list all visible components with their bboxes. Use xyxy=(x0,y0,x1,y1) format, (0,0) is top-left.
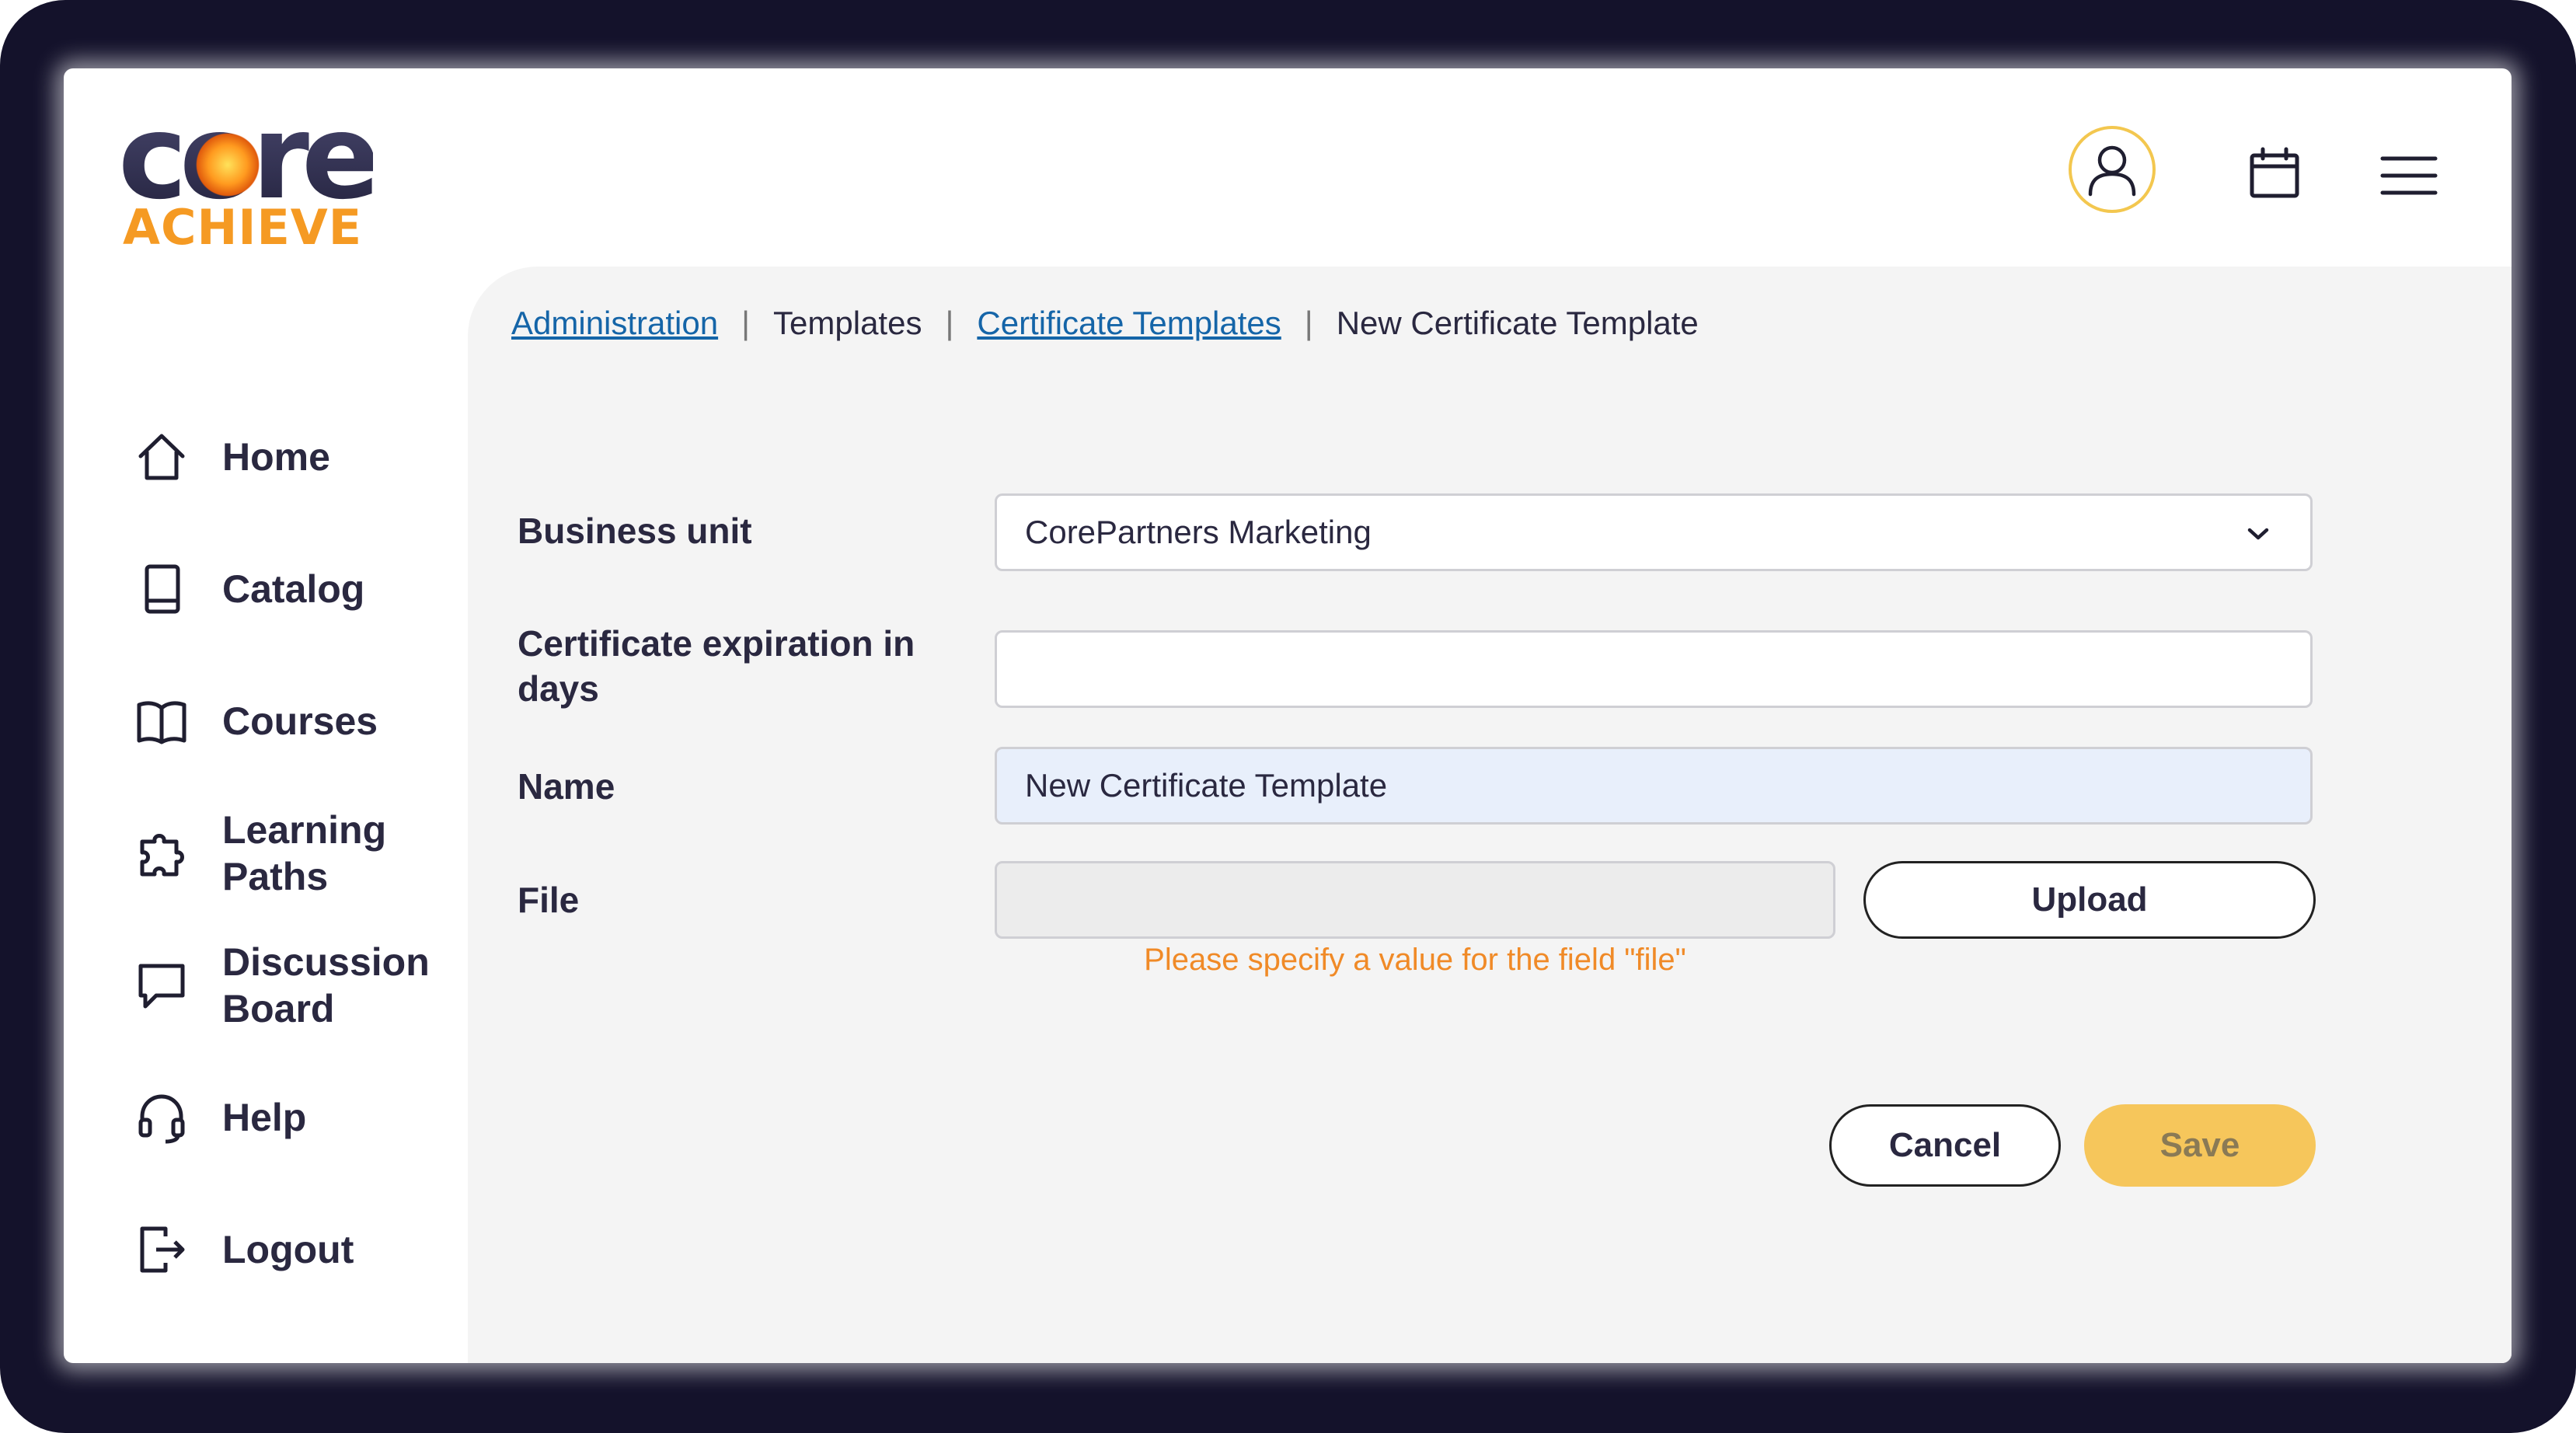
logout-icon xyxy=(140,1226,185,1273)
sidebar-item-learning-paths[interactable]: Learning Paths xyxy=(132,799,455,908)
name-input[interactable]: New Certificate Template xyxy=(995,747,2313,825)
user-avatar-button[interactable] xyxy=(2069,126,2156,213)
sidebar-item-label: Logout xyxy=(222,1228,354,1271)
home-icon xyxy=(138,434,185,480)
device-frame: core ACHIEVE xyxy=(0,0,2576,1433)
certificate-expiration-label: Certificate expiration in days xyxy=(518,623,915,709)
breadcrumb-certificate-templates[interactable]: Certificate Templates xyxy=(977,305,1281,342)
logo-orb-icon xyxy=(194,126,261,204)
file-input[interactable] xyxy=(995,861,1835,939)
breadcrumb-separator: | xyxy=(945,305,954,341)
sidebar-item-help[interactable]: Help xyxy=(132,1063,455,1172)
breadcrumb-separator: | xyxy=(1304,305,1313,341)
sidebar-item-label: Help xyxy=(222,1096,307,1139)
name-label: Name xyxy=(518,766,615,807)
sidebar-item-logout[interactable]: Logout xyxy=(132,1195,455,1304)
save-button[interactable]: Save xyxy=(2084,1104,2316,1187)
chevron-down-icon xyxy=(2247,528,2269,540)
breadcrumb-separator: | xyxy=(741,305,751,341)
puzzle-icon xyxy=(140,834,184,877)
sidebar-item-label: Discussion Board xyxy=(222,940,430,1030)
app-window: core ACHIEVE xyxy=(64,68,2512,1363)
sidebar-item-label: Courses xyxy=(222,699,378,743)
cancel-button[interactable]: Cancel xyxy=(1829,1104,2061,1187)
sidebar-item-label: Home xyxy=(222,435,330,479)
core-achieve-logo[interactable]: core ACHIEVE xyxy=(118,92,413,255)
calendar-icon xyxy=(2250,147,2299,198)
sidebar-item-courses[interactable]: Courses xyxy=(132,667,455,776)
calendar-button[interactable] xyxy=(2247,146,2302,200)
sidebar-item-home[interactable]: Home xyxy=(132,403,455,511)
book-icon xyxy=(145,564,180,614)
sidebar-item-label: Catalog xyxy=(222,567,365,611)
business-unit-selected-value: CorePartners Marketing xyxy=(1025,514,1372,550)
user-avatar-icon xyxy=(2088,145,2136,197)
breadcrumb-templates: Templates xyxy=(773,305,922,341)
file-error-message: Please specify a value for the field "fi… xyxy=(1144,943,1686,977)
main-menu-button[interactable] xyxy=(2379,154,2438,197)
certificate-expiration-input[interactable] xyxy=(995,630,2313,708)
main-content: Administration | Templates | Certificate… xyxy=(468,267,2512,1363)
name-input-value: New Certificate Template xyxy=(1025,767,1388,804)
breadcrumb-administration[interactable]: Administration xyxy=(511,305,718,342)
sidebar-item-catalog[interactable]: Catalog xyxy=(132,535,455,643)
business-unit-label: Business unit xyxy=(518,511,752,551)
headset-icon xyxy=(138,1094,185,1144)
open-book-icon xyxy=(137,701,186,744)
breadcrumb: Administration | Templates | Certificate… xyxy=(511,296,1699,350)
upload-button[interactable]: Upload xyxy=(1863,861,2316,939)
business-unit-select[interactable]: CorePartners Marketing xyxy=(995,493,2313,571)
breadcrumb-current-page: New Certificate Template xyxy=(1336,305,1699,341)
logo-tagline: ACHIEVE xyxy=(123,199,363,256)
hamburger-menu-icon xyxy=(2380,156,2438,195)
chat-bubble-icon xyxy=(138,964,185,1009)
file-label: File xyxy=(518,880,580,920)
sidebar-item-label: Learning Paths xyxy=(222,808,387,898)
sidebar-item-discussion-board[interactable]: Discussion Board xyxy=(132,931,455,1040)
